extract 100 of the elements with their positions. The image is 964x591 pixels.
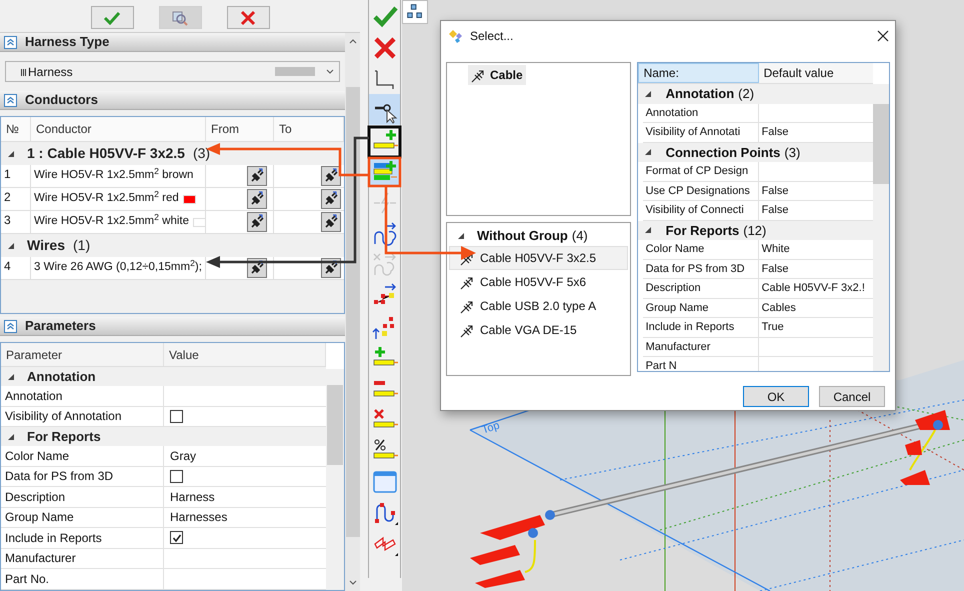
group-title[interactable]: Wires bbox=[23, 235, 66, 256]
property-name: Part N bbox=[646, 359, 677, 371]
tree-item[interactable]: Cable VGA DE-15 bbox=[449, 318, 628, 342]
checkbox[interactable] bbox=[170, 470, 183, 483]
preview-button[interactable] bbox=[158, 6, 202, 29]
harness-type-dropdown[interactable]: Harness bbox=[5, 61, 340, 82]
property-name: Annotation bbox=[646, 106, 698, 120]
plug-icon[interactable] bbox=[321, 189, 341, 209]
app-icon bbox=[448, 28, 464, 44]
dialog-button[interactable]: Cancel bbox=[819, 386, 885, 407]
bars-icon bbox=[21, 68, 27, 76]
expand-caret-icon[interactable] bbox=[644, 90, 652, 98]
expand-caret-icon[interactable] bbox=[644, 148, 652, 156]
scrollbar[interactable] bbox=[873, 84, 889, 371]
property-value: White bbox=[762, 242, 790, 257]
expand-caret-icon[interactable] bbox=[457, 232, 465, 240]
view-label: Top bbox=[480, 418, 502, 438]
conductor-name[interactable]: Wire HO5V-R 1x2.5mm$^{2}$ white bbox=[34, 213, 189, 231]
expand-caret-icon[interactable] bbox=[644, 226, 652, 234]
section-title: Conductors bbox=[25, 91, 98, 110]
group-count: (3) bbox=[192, 144, 210, 163]
group-title[interactable]: For Reports bbox=[666, 220, 740, 240]
cable-icon bbox=[460, 322, 475, 338]
tree-item[interactable]: Cable USB 2.0 type A bbox=[449, 294, 628, 318]
property-value: False bbox=[762, 125, 788, 140]
column-header[interactable]: № bbox=[1, 117, 31, 141]
row-number: 1 bbox=[1, 165, 31, 187]
conductor-name[interactable]: Wire HO5V-R 1x2.5mm$^{2}$ brown bbox=[34, 167, 194, 185]
checkbox[interactable] bbox=[170, 531, 183, 544]
property-name: Manufacturer bbox=[646, 340, 710, 354]
collapse-icon[interactable] bbox=[4, 320, 17, 332]
collapse-icon[interactable] bbox=[4, 94, 17, 106]
group-title[interactable]: 1 : Cable H05VV-F 3x2.5 bbox=[23, 143, 185, 164]
group-count: (1) bbox=[73, 236, 90, 255]
plug-icon[interactable] bbox=[321, 212, 341, 232]
group-count: (3) bbox=[784, 144, 800, 162]
conductor-name[interactable]: Wire HO5V-R 1x2.5mm$^{2}$ red bbox=[34, 190, 179, 208]
plug-icon[interactable] bbox=[321, 258, 341, 278]
magnifier-icon bbox=[171, 10, 189, 26]
group-title[interactable]: Connection Points bbox=[666, 142, 780, 162]
row-number: 3 bbox=[1, 211, 31, 233]
plug-icon[interactable] bbox=[247, 189, 267, 209]
scrollbar[interactable] bbox=[326, 369, 344, 590]
property-name: Data for PS from 3D bbox=[646, 262, 745, 276]
tree-item[interactable]: Cable H05VV-F 3x2.5 bbox=[449, 246, 628, 270]
plug-icon[interactable] bbox=[247, 258, 267, 278]
dialog-button[interactable]: OK bbox=[743, 386, 809, 407]
parameter-name: Visibility of Annotation bbox=[5, 408, 122, 426]
checkmark-icon bbox=[103, 10, 121, 24]
column-header[interactable]: Value bbox=[164, 343, 326, 366]
parameter-name: Data for PS from 3D bbox=[5, 468, 114, 486]
property-name: Use CP Designations bbox=[646, 184, 750, 198]
tree-view-icon[interactable] bbox=[402, 0, 428, 24]
property-value: False bbox=[762, 262, 788, 276]
cable-icon bbox=[471, 68, 486, 82]
tree-item[interactable]: Cable bbox=[468, 65, 526, 85]
close-icon bbox=[240, 10, 256, 26]
section-title: Harness Type bbox=[25, 33, 110, 52]
group-title[interactable]: Annotation bbox=[666, 84, 734, 104]
column-header[interactable]: From bbox=[206, 117, 274, 141]
expand-caret-icon[interactable] bbox=[7, 150, 15, 158]
property-value: True bbox=[762, 320, 784, 335]
parameter-value: Harnesses bbox=[170, 509, 228, 526]
close-icon[interactable] bbox=[877, 30, 889, 42]
chevron-up-icon[interactable] bbox=[348, 39, 356, 44]
parameter-value: Harness bbox=[170, 488, 215, 506]
property-name: Group Name bbox=[646, 300, 709, 316]
chevron-down-icon[interactable] bbox=[348, 580, 356, 585]
column-header[interactable]: Parameter bbox=[1, 343, 164, 366]
cancel-button[interactable] bbox=[226, 6, 270, 29]
expand-caret-icon[interactable] bbox=[7, 242, 15, 250]
collapse-icon[interactable] bbox=[4, 36, 17, 48]
plug-icon[interactable] bbox=[247, 212, 267, 232]
group-title[interactable]: Without Group bbox=[477, 226, 568, 246]
parameter-name: Annotation bbox=[5, 388, 62, 405]
property-value: False bbox=[762, 184, 788, 198]
column-header[interactable]: To bbox=[274, 117, 344, 141]
dropdown-value: Harness bbox=[28, 64, 74, 80]
tree-item[interactable]: Cable H05VV-F 5x6 bbox=[449, 270, 628, 294]
color-preview bbox=[275, 67, 315, 76]
column-header[interactable]: Name: bbox=[638, 63, 759, 83]
window-title: Select... bbox=[470, 28, 514, 45]
checkbox[interactable] bbox=[170, 410, 183, 423]
expand-caret-icon[interactable] bbox=[7, 432, 15, 440]
conductor-name[interactable]: 3 Wire 26 AWG (0,12÷0,15mm$^{2}$); bbox=[34, 259, 202, 277]
expand-caret-icon[interactable] bbox=[7, 372, 15, 380]
parameter-name: Include in Reports bbox=[5, 530, 102, 547]
property-name: Visibility of Annotati bbox=[646, 125, 740, 140]
plug-icon[interactable] bbox=[247, 166, 267, 186]
tool-button[interactable] bbox=[369, 94, 400, 125]
property-value: False bbox=[762, 203, 788, 218]
column-header[interactable]: Conductor bbox=[31, 117, 206, 141]
property-name: Color Name bbox=[646, 242, 704, 257]
section-title: Parameters bbox=[25, 317, 96, 336]
property-name: Visibility of Connecti bbox=[646, 203, 744, 218]
scrollbar[interactable] bbox=[345, 33, 360, 591]
property-value: Cable H05VV-F 3x2.! bbox=[762, 281, 865, 296]
column-header[interactable]: Default value bbox=[758, 63, 873, 83]
accept-button[interactable] bbox=[90, 6, 134, 29]
plug-icon[interactable] bbox=[321, 166, 341, 186]
